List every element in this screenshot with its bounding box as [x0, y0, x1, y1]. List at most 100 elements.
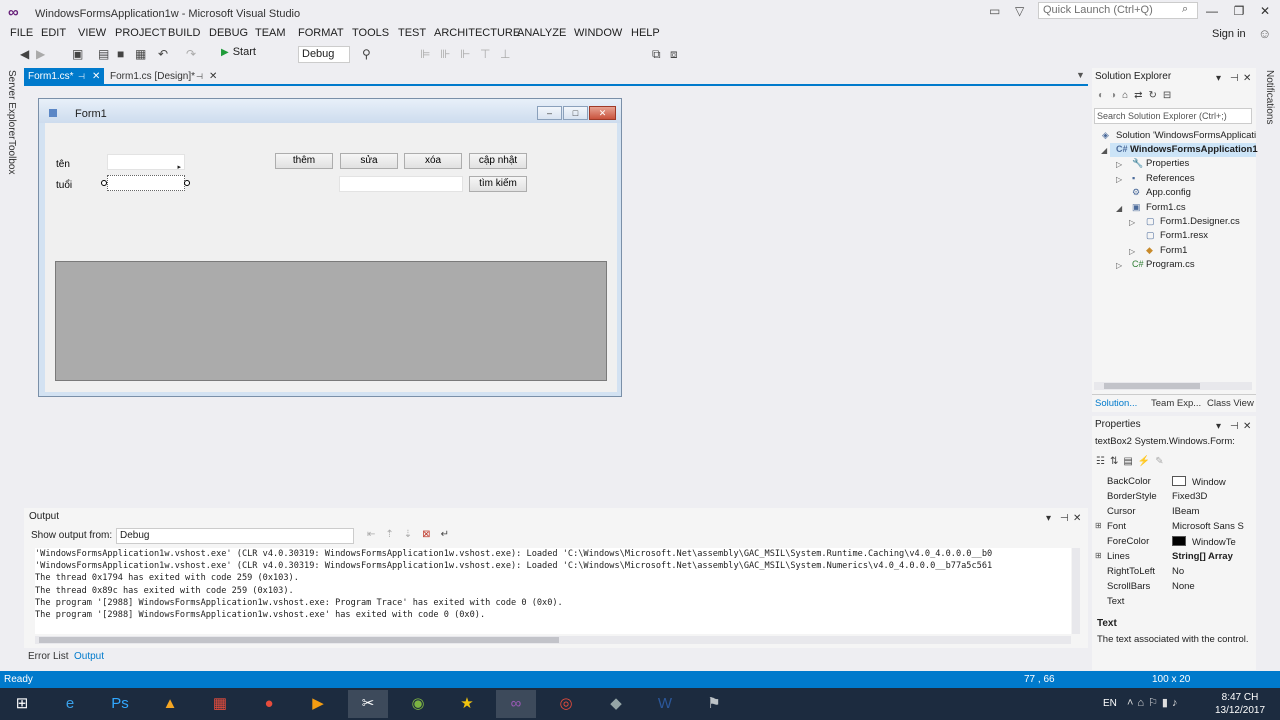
clock[interactable]: 8:47 CH 13/12/2017	[1210, 691, 1270, 717]
search-button[interactable]: tìm kiếm	[469, 176, 527, 192]
output-text[interactable]: 'WindowsFormsApplication1w.vshost.exe' (…	[35, 548, 1071, 634]
alphabetical-icon[interactable]: ⇅	[1110, 456, 1123, 467]
app-icon[interactable]: ◆	[596, 690, 636, 718]
resize-handle-left[interactable]	[101, 180, 107, 186]
form-window[interactable]: Form1 – □ ✕ tên tuổi ▸ thêm sửa xóa cập …	[38, 98, 622, 397]
filter-icon[interactable]: ▽	[1015, 4, 1024, 18]
forward-icon[interactable]: ▶	[36, 47, 45, 61]
prop-value[interactable]: Fixed3D	[1172, 491, 1252, 502]
prop-row-backcolor[interactable]: BackColor Window	[1092, 475, 1252, 490]
resize-handle-right[interactable]	[184, 180, 190, 186]
start-menu-icon[interactable]: ⊞	[2, 690, 42, 718]
tree-references[interactable]: ▪ References	[1132, 173, 1195, 184]
collapsed-arrow-icon[interactable]: ▷	[1116, 175, 1122, 184]
collapsed-arrow-icon[interactable]: ▷	[1129, 247, 1135, 256]
maximize-button[interactable]: ❐	[1229, 4, 1249, 20]
open-file-icon[interactable]: ▤	[98, 47, 109, 61]
collapsed-arrow-icon[interactable]: ▷	[1116, 160, 1122, 169]
next-message-icon[interactable]: ⇣	[404, 529, 422, 540]
age-textbox[interactable]	[107, 175, 185, 191]
media-player-icon[interactable]: ▶	[298, 690, 338, 718]
panel-menu-icon[interactable]: ▾	[1046, 510, 1051, 528]
tab-output[interactable]: Output	[74, 651, 104, 662]
tab-team-explorer[interactable]: Team Exp...	[1151, 398, 1201, 409]
align-centers-icon[interactable]: ⊪	[440, 47, 450, 61]
save-all-icon[interactable]: ▦	[135, 47, 146, 61]
find-message-icon[interactable]: ⇤	[367, 529, 385, 540]
start-button[interactable]: ▶ Start	[221, 46, 256, 58]
form-maximize-button[interactable]: □	[563, 106, 588, 120]
tab-error-list[interactable]: Error List	[28, 651, 69, 662]
solution-search-input[interactable]: Search Solution Explorer (Ctrl+;)	[1094, 108, 1252, 124]
search-textbox[interactable]	[339, 176, 463, 192]
menu-build[interactable]: BUILD	[168, 27, 200, 39]
visual-studio-icon[interactable]: ∞	[496, 690, 536, 718]
property-pages-icon[interactable]: ✎	[1155, 456, 1168, 467]
menu-tools[interactable]: TOOLS	[352, 27, 389, 39]
tab-solution-explorer[interactable]: Solution...	[1095, 398, 1137, 409]
pin-icon[interactable]: ⊣	[1230, 70, 1239, 88]
align-tops-icon[interactable]: ⊤	[480, 47, 490, 61]
tree-form1-cs[interactable]: ▣ Form1.cs	[1132, 202, 1186, 213]
pin-icon[interactable]: ⊣	[196, 68, 203, 85]
tab-form1-cs[interactable]: Form1.cs* ⊣ ✕	[24, 68, 104, 85]
new-project-icon[interactable]: ▣	[72, 47, 83, 61]
output-source-select[interactable]: Debug	[116, 528, 354, 544]
scroll-thumb[interactable]	[1104, 383, 1200, 389]
back-icon[interactable]: ◀	[20, 47, 29, 61]
notifications-tab[interactable]: Notifications	[1264, 70, 1275, 124]
expand-icon[interactable]: ⊞	[1095, 521, 1102, 530]
prev-message-icon[interactable]: ⇡	[385, 529, 403, 540]
tree-solution[interactable]: ◈ Solution 'WindowsFormsApplicati	[1102, 130, 1256, 141]
menu-help[interactable]: HELP	[631, 27, 660, 39]
app-icon[interactable]: ⚑	[694, 690, 734, 718]
sign-in-link[interactable]: Sign in	[1212, 28, 1246, 40]
update-button[interactable]: cập nhật	[469, 153, 527, 169]
layout-icon[interactable]: ⧈	[670, 47, 678, 62]
tree-program-cs[interactable]: C# Program.cs	[1132, 259, 1195, 270]
menu-project[interactable]: PROJECT	[115, 27, 166, 39]
forward-icon[interactable]: ◑	[1110, 90, 1122, 101]
menu-test[interactable]: TEST	[398, 27, 426, 39]
feedback-icon[interactable]: ▭	[989, 4, 1000, 18]
photoshop-icon[interactable]: Ps	[100, 690, 140, 718]
menu-format[interactable]: FORMAT	[298, 27, 344, 39]
align-rights-icon[interactable]: ⊩	[460, 47, 470, 61]
expand-icon[interactable]: ⊞	[1095, 551, 1102, 560]
back-icon[interactable]: ◐	[1098, 90, 1110, 101]
prop-value[interactable]: No	[1172, 566, 1252, 577]
events-icon[interactable]: ⚡	[1138, 456, 1155, 467]
prop-value[interactable]: Window	[1172, 476, 1252, 488]
solution-hscrollbar[interactable]	[1094, 382, 1252, 390]
word-wrap-icon[interactable]: ↵	[441, 529, 459, 540]
system-tray-icons[interactable]: ˄⌂⚐▮♪	[1127, 696, 1181, 709]
prop-row-righttoleft[interactable]: RightToLeft No	[1092, 565, 1252, 580]
panel-menu-icon[interactable]: ▾	[1216, 418, 1221, 436]
tree-form1-resx[interactable]: ▢ Form1.resx	[1146, 230, 1208, 241]
tab-form1-design[interactable]: Form1.cs [Design]* ⊣ ✕	[106, 68, 218, 85]
app-icon[interactable]: ▦	[200, 690, 240, 718]
close-button[interactable]: ✕	[1255, 4, 1275, 20]
expand-arrow-icon[interactable]: ◢	[1116, 204, 1122, 213]
tools-icon[interactable]: ✂	[348, 690, 388, 718]
save-icon[interactable]: ■	[117, 47, 124, 61]
word-icon[interactable]: W	[645, 690, 685, 718]
find-icon[interactable]: ⚲	[362, 47, 371, 61]
close-icon[interactable]: ✕	[1243, 70, 1251, 88]
menu-file[interactable]: FILE	[10, 27, 33, 39]
collapse-all-icon[interactable]: ⊟	[1163, 90, 1177, 101]
prop-row-text[interactable]: Text	[1092, 595, 1252, 610]
refresh-icon[interactable]: ↻	[1149, 90, 1163, 101]
properties-icon[interactable]: ▤	[1123, 456, 1137, 467]
search-icon[interactable]: ⌕	[1182, 3, 1188, 16]
internet-explorer-icon[interactable]: e	[50, 690, 90, 718]
menu-analyze[interactable]: ANALYZE	[517, 27, 566, 39]
prop-row-font[interactable]: ⊞ Font Microsoft Sans S	[1092, 520, 1252, 535]
tree-app-config[interactable]: ⚙ App.config	[1132, 187, 1191, 198]
prop-row-scrollbars[interactable]: ScrollBars None	[1092, 580, 1252, 595]
collapsed-arrow-icon[interactable]: ▷	[1116, 261, 1122, 270]
close-icon[interactable]: ✕	[1073, 510, 1081, 528]
app-icon[interactable]: ◉	[398, 690, 438, 718]
data-grid-view[interactable]	[55, 261, 607, 381]
prop-value[interactable]: Microsoft Sans S	[1172, 521, 1252, 532]
